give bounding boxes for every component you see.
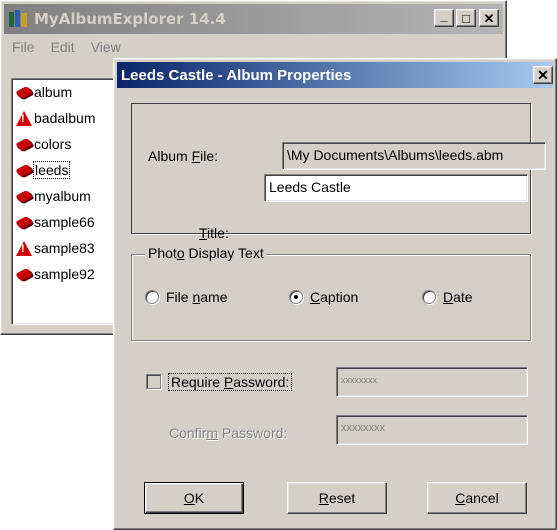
album-properties-dialog: Leeds Castle - Album Properties ✕ Album … — [113, 58, 557, 530]
list-item[interactable]: myalbum — [12, 183, 120, 209]
album-book-icon — [15, 136, 33, 152]
list-item[interactable]: sample66 — [12, 209, 120, 235]
require-password-checkbox[interactable] — [146, 374, 161, 389]
photo-display-text-legend: Photo Display Text — [145, 245, 267, 261]
album-list[interactable]: album badalbum colors leeds myalbum sample66 s… — [11, 78, 121, 325]
radio-button-selected[interactable] — [289, 290, 303, 304]
menu-file[interactable]: File — [9, 37, 38, 59]
radio-date-label: Date — [443, 289, 473, 305]
list-item-label: album — [34, 84, 73, 100]
list-item[interactable]: colors — [12, 131, 120, 157]
album-book-icon — [15, 266, 33, 282]
album-book-icon — [15, 162, 33, 178]
album-book-icon — [15, 214, 33, 230]
radio-button-unselected[interactable] — [145, 290, 159, 304]
radio-file-name[interactable]: File name — [145, 289, 227, 305]
minimize-icon: _ — [440, 7, 448, 23]
warning-icon — [16, 240, 32, 256]
dialog-titlebar[interactable]: Leeds Castle - Album Properties ✕ — [117, 62, 553, 88]
list-item[interactable]: badalbum — [12, 105, 120, 131]
album-file-label: Album File: — [148, 148, 219, 164]
album-book-icon — [15, 84, 33, 100]
title-label: Title: — [199, 225, 229, 241]
radio-dot-icon — [294, 295, 298, 299]
album-file-group: Album File: \My Documents\Albums\leeds.a… — [131, 103, 546, 241]
password-input[interactable]: xxxxxxxx — [336, 367, 528, 397]
menu-bar: File Edit View — [9, 37, 124, 59]
main-window-titlebar[interactable]: MyAlbumExplorer 14.4 _ □ ✕ — [4, 4, 503, 34]
app-books-icon — [8, 9, 30, 29]
reset-button[interactable]: Reset — [287, 482, 387, 514]
list-item-label: sample66 — [34, 214, 95, 230]
require-password-label[interactable]: Require Password: — [167, 373, 293, 391]
dialog-close-button[interactable]: ✕ — [533, 66, 553, 84]
maximize-button[interactable]: □ — [456, 9, 476, 27]
list-item-label: myalbum — [34, 188, 91, 204]
close-icon: ✕ — [483, 10, 495, 26]
list-item-label: badalbum — [34, 110, 96, 126]
list-item[interactable]: sample83 — [12, 235, 120, 261]
main-window-title: MyAlbumExplorer 14.4 — [34, 10, 226, 28]
list-item-label: sample92 — [34, 266, 95, 282]
cancel-button[interactable]: Cancel — [427, 482, 527, 514]
ok-button[interactable]: OK — [144, 482, 244, 514]
confirm-password-input[interactable]: xxxxxxxx — [336, 415, 528, 445]
radio-date[interactable]: Date — [422, 289, 473, 305]
album-file-field[interactable]: \My Documents\Albums\leeds.abm — [282, 142, 546, 170]
radio-button-unselected[interactable] — [422, 290, 436, 304]
close-button[interactable]: ✕ — [479, 9, 499, 27]
list-item[interactable]: album — [12, 79, 120, 105]
album-book-icon — [15, 188, 33, 204]
menu-view[interactable]: View — [88, 37, 124, 59]
list-item-label: leeds — [32, 161, 71, 179]
list-item[interactable]: sample92 — [12, 261, 120, 287]
title-input[interactable]: Leeds Castle — [264, 174, 528, 202]
list-item-label: sample83 — [34, 240, 95, 256]
close-icon: ✕ — [537, 67, 549, 83]
menu-edit[interactable]: Edit — [48, 37, 78, 59]
confirm-password-label: Confirm Password: — [169, 425, 288, 441]
dialog-title: Leeds Castle - Album Properties — [121, 66, 352, 84]
list-item-label: colors — [34, 136, 72, 152]
maximize-icon: □ — [462, 10, 470, 26]
warning-icon — [16, 110, 32, 126]
minimize-button[interactable]: _ — [434, 9, 454, 27]
radio-file-name-label: File name — [166, 289, 228, 305]
radio-caption-label: Caption — [310, 289, 359, 305]
list-item[interactable]: leeds — [12, 157, 120, 183]
radio-caption[interactable]: Caption — [289, 289, 358, 305]
